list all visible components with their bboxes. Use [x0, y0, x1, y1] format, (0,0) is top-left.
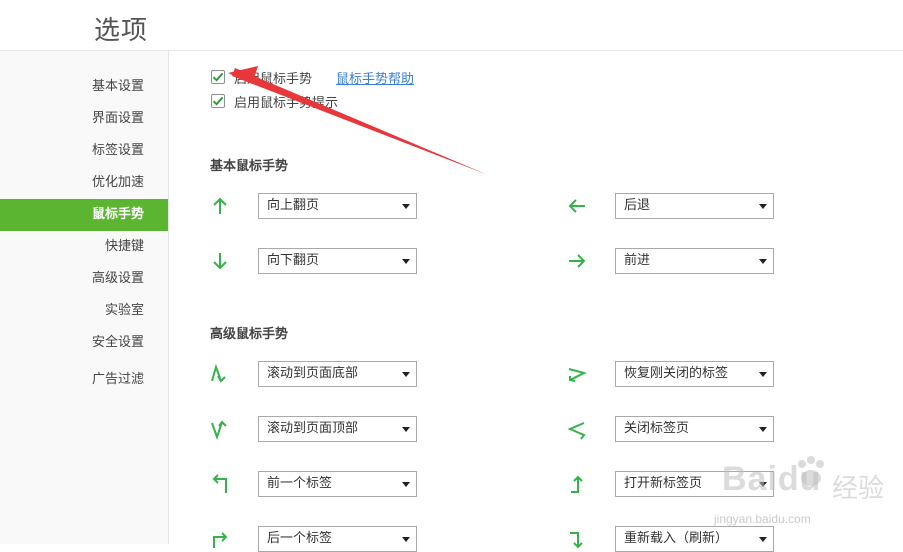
gesture-right-down-icon — [570, 532, 583, 549]
sidebar-item-security[interactable]: 安全设置 — [0, 327, 168, 359]
close-tab-select[interactable]: 关闭标签页 — [615, 416, 774, 442]
scroll-bottom-select[interactable]: 滚动到页面底部 — [258, 361, 417, 387]
sidebar-item-adblock[interactable]: 广告过滤 — [0, 364, 168, 396]
sidebar-item-basic[interactable]: 基本设置 — [0, 71, 168, 103]
chevron-down-icon — [759, 482, 767, 487]
chevron-down-icon — [759, 427, 767, 432]
gesture-left-select[interactable]: 后退 — [615, 193, 774, 219]
next-tab-select[interactable]: 后一个标签 — [258, 526, 417, 552]
sidebar-item-interface[interactable]: 界面设置 — [0, 103, 168, 135]
prev-tab-select[interactable]: 前一个标签 — [258, 471, 417, 497]
chevron-down-icon — [402, 259, 410, 264]
page-title: 选项 — [94, 16, 149, 46]
sidebar: 基本设置 界面设置 标签设置 优化加速 鼠标手势 快捷键 高级设置 实验室 安全… — [0, 51, 169, 544]
arrow-right-icon — [569, 254, 586, 268]
enable-gesture-label: 启用鼠标手势 — [234, 71, 313, 87]
sidebar-item-tabs[interactable]: 标签设置 — [0, 135, 168, 167]
gesture-right-select[interactable]: 前进 — [615, 248, 774, 274]
chevron-down-icon — [402, 537, 410, 542]
advanced-gestures-title: 高级鼠标手势 — [210, 327, 289, 342]
chevron-down-icon — [402, 427, 410, 432]
gesture-down-up-icon — [211, 420, 227, 440]
chevron-down-icon — [402, 372, 410, 377]
basic-gestures-title: 基本鼠标手势 — [210, 159, 289, 174]
gesture-left-value: 后退 — [624, 198, 651, 213]
reload-select[interactable]: 重新载入（刷新） — [615, 526, 774, 552]
gesture-right-left-icon — [568, 368, 587, 382]
restore-tab-value: 恢复刚关闭的标签 — [624, 366, 729, 381]
gesture-up-value: 向上翻页 — [267, 198, 320, 213]
sidebar-item-advanced[interactable]: 高级设置 — [0, 263, 168, 295]
arrow-down-icon — [213, 253, 227, 270]
chevron-down-icon — [402, 482, 410, 487]
prev-tab-value: 前一个标签 — [267, 476, 333, 491]
enable-hint-checkbox[interactable] — [211, 94, 225, 108]
enable-gesture-checkbox[interactable] — [211, 70, 225, 84]
chevron-down-icon — [759, 204, 767, 209]
arrow-left-icon — [568, 199, 585, 213]
restore-tab-select[interactable]: 恢复刚关闭的标签 — [615, 361, 774, 387]
gesture-right-value: 前进 — [624, 253, 651, 268]
header: 选项 — [0, 0, 903, 51]
gesture-down-select[interactable]: 向下翻页 — [258, 248, 417, 274]
gesture-left-right-icon — [567, 422, 586, 440]
enable-hint-row: 启用鼠标手势提示 — [211, 92, 339, 111]
checkmark-icon — [212, 72, 224, 82]
scroll-top-value: 滚动到页面顶部 — [267, 421, 359, 436]
sidebar-item-mouse-gesture[interactable]: 鼠标手势 — [0, 199, 168, 231]
gesture-up-select[interactable]: 向上翻页 — [258, 193, 417, 219]
scroll-bottom-value: 滚动到页面底部 — [267, 366, 359, 381]
enable-hint-label: 启用鼠标手势提示 — [234, 95, 339, 111]
chevron-down-icon — [402, 204, 410, 209]
chevron-down-icon — [759, 537, 767, 542]
sidebar-item-shortcuts[interactable]: 快捷键 — [0, 231, 168, 263]
gesture-left-up-icon — [571, 475, 583, 493]
gesture-help-link[interactable]: 鼠标手势帮助 — [336, 68, 414, 87]
chevron-down-icon — [759, 259, 767, 264]
gesture-up-down-icon — [211, 363, 226, 383]
sidebar-item-lab[interactable]: 实验室 — [0, 295, 168, 327]
sidebar-item-optimize[interactable]: 优化加速 — [0, 167, 168, 199]
enable-gesture-row: 启用鼠标手势 鼠标手势帮助 — [211, 68, 414, 87]
chevron-down-icon — [759, 372, 767, 377]
checkmark-icon — [212, 96, 224, 106]
close-tab-value: 关闭标签页 — [624, 421, 690, 436]
main-panel: 启用鼠标手势 鼠标手势帮助 启用鼠标手势提示 基本鼠标手势 向上翻页 后退 向下… — [169, 51, 903, 552]
arrow-up-icon — [213, 197, 227, 214]
scroll-top-select[interactable]: 滚动到页面顶部 — [258, 416, 417, 442]
gesture-up-left-icon — [212, 474, 227, 493]
new-tab-select[interactable]: 打开新标签页 — [615, 471, 774, 497]
new-tab-value: 打开新标签页 — [624, 476, 703, 491]
gesture-down-value: 向下翻页 — [267, 253, 320, 268]
gesture-up-right-icon — [213, 532, 228, 548]
